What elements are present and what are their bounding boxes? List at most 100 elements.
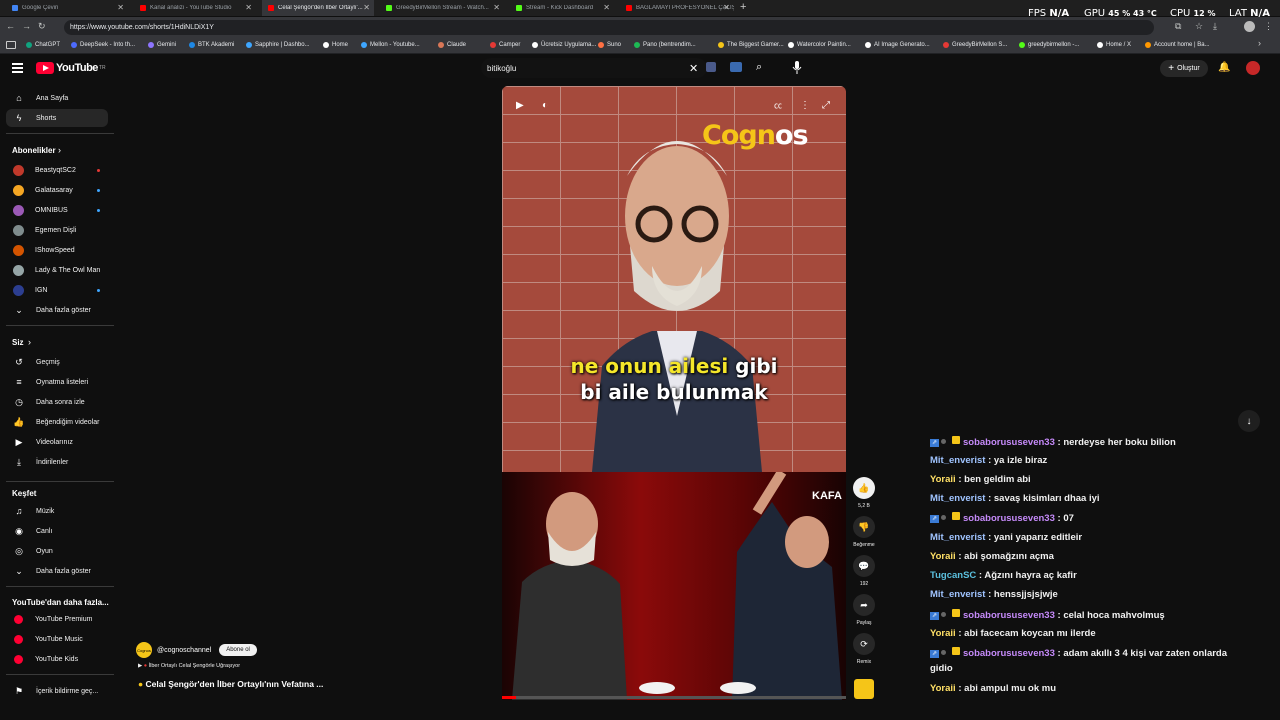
sidebar-item-subscription[interactable]: BeastyqtSC2 <box>6 161 108 179</box>
reload-icon[interactable]: ↻ <box>38 21 46 32</box>
bookmark-star-icon[interactable]: ☆ <box>1195 21 1203 32</box>
bookmark-item[interactable]: Gemini <box>148 38 176 52</box>
sidebar-item-subscription[interactable]: IGN <box>6 281 108 299</box>
sidebar-item-you-5[interactable]: ⤓ İndirilenler <box>6 453 108 471</box>
channel-avatar[interactable]: Cognos <box>136 642 152 658</box>
profile-avatar[interactable] <box>1244 21 1255 32</box>
subscribe-button[interactable]: Abone ol <box>219 644 257 656</box>
download-icon[interactable]: ⤓ <box>1213 21 1217 32</box>
search-icon[interactable]: ⌕ <box>756 61 762 74</box>
close-tab-icon[interactable]: ✕ <box>603 3 610 12</box>
browser-tab[interactable]: Google Çeviri ✕ <box>6 0 128 16</box>
bookmark-item[interactable]: The Biggest Gamer... <box>718 38 784 52</box>
voice-search-icon[interactable] <box>792 61 802 75</box>
chat-username[interactable]: Mit_enverist <box>930 589 985 600</box>
clear-search-icon[interactable]: ✕ <box>689 62 698 75</box>
remix-button[interactable]: ⟳ <box>853 633 875 655</box>
comments-button[interactable]: 💬 <box>853 555 875 577</box>
sidebar-item-home[interactable]: ⌂ Ana Sayfa <box>6 89 108 107</box>
back-icon[interactable]: ← <box>6 21 15 31</box>
sound-thumbnail[interactable] <box>854 679 874 699</box>
sidebar-item-youtube-app[interactable]: YouTube Kids <box>6 650 108 668</box>
sidebar-item-you-4[interactable]: ▶ Videolarınız <box>6 433 108 451</box>
sidebar-item-youtube-app[interactable]: YouTube Music <box>6 630 108 648</box>
chat-username[interactable]: sobaborususeven33 <box>963 610 1055 621</box>
sidebar-item-subscription[interactable]: Lady & The Owl Man <box>6 261 108 279</box>
sidebar-item-subscription[interactable]: Galatasaray <box>6 181 108 199</box>
search-input[interactable]: bitikoğlu <box>481 58 707 78</box>
youtube-logo[interactable]: YouTube TR <box>36 62 106 74</box>
bookmark-item[interactable]: Claude <box>438 38 466 52</box>
apps-icon[interactable] <box>6 41 16 49</box>
browser-tab[interactable]: Kanal analizi - YouTube Studio ✕ <box>134 0 256 16</box>
sidebar-item-you-1[interactable]: ≡ Oynatma listeleri <box>6 373 108 391</box>
bookmark-item[interactable]: Pano (bentrendim... <box>634 38 696 52</box>
more-bookmarks-icon[interactable]: › <box>1258 38 1261 48</box>
bookmark-item[interactable]: GreedyBirMellon S... <box>943 38 1007 52</box>
channel-name[interactable]: @cognoschannel <box>157 647 211 654</box>
dislike-button[interactable]: 👎 <box>853 516 875 538</box>
sidebar-item-show-more[interactable]: ⌄ Daha fazla göster <box>6 301 108 319</box>
captions-icon[interactable]: ㏄ <box>774 100 782 111</box>
sidebar-item-subscription[interactable]: Egemen Dişli <box>6 221 108 239</box>
close-tab-icon[interactable]: ✕ <box>363 3 370 12</box>
close-tab-icon[interactable]: ✕ <box>493 3 500 12</box>
more-from-youtube-heading[interactable]: YouTube'dan daha fazla... <box>12 598 109 607</box>
sidebar-item-explore-2[interactable]: ◎ Oyun <box>6 542 108 560</box>
chat-username[interactable]: Mit_enverist <box>930 493 985 504</box>
chat-username[interactable]: sobaborususeven33 <box>963 513 1055 524</box>
sidebar-item-show-more-explore[interactable]: ⌄ Daha fazla göster <box>6 562 108 580</box>
subscriptions-heading[interactable]: Abonelikler <box>12 146 56 155</box>
bookmark-item[interactable]: Camper <box>490 38 520 52</box>
new-tab-icon[interactable]: + <box>740 1 746 13</box>
bookmark-item[interactable]: Watercolor Paintin... <box>788 38 851 52</box>
chat-username[interactable]: TugcanSC <box>930 570 976 581</box>
sidebar-item-explore-1[interactable]: ◉ Canlı <box>6 522 108 540</box>
chat-username[interactable]: sobaborususeven33 <box>963 437 1055 448</box>
sidebar-item-shorts[interactable]: ϟ Shorts <box>6 109 108 127</box>
bookmark-item[interactable]: Suno <box>598 38 621 52</box>
scroll-down-button[interactable]: ↓ <box>1238 410 1260 432</box>
close-tab-icon[interactable]: ✕ <box>117 3 124 12</box>
bookmark-item[interactable]: greedybirmellon -... <box>1019 38 1079 52</box>
volume-icon[interactable]: ◐ <box>542 100 548 111</box>
url-bar[interactable]: https://www.youtube.com/shorts/1HdiNLDiX… <box>64 20 1154 35</box>
chat-username[interactable]: sobaborususeven33 <box>963 648 1055 659</box>
close-tab-icon[interactable]: ✕ <box>723 3 730 12</box>
bookmark-item[interactable]: Ücretsiz Uygulama... <box>532 38 596 52</box>
extensions-icon[interactable]: ⧉ <box>1175 21 1181 32</box>
bookmark-item[interactable]: Account home | Ba... <box>1145 38 1210 52</box>
forward-icon[interactable]: → <box>22 21 31 31</box>
chat-username[interactable]: Yoraii <box>930 683 956 694</box>
bookmark-item[interactable]: DeepSeek - Into th... <box>71 38 135 52</box>
you-heading[interactable]: Siz <box>12 338 24 347</box>
bookmark-item[interactable]: Home / X <box>1097 38 1131 52</box>
browser-tab[interactable]: BAĞLAMAYI PROFESYONEL ÇALIŞ... ✕ <box>620 0 734 16</box>
like-button[interactable]: 👍 <box>853 477 875 499</box>
browser-menu-icon[interactable]: ⋮ <box>1264 21 1273 32</box>
keyboard-icon[interactable] <box>706 62 716 72</box>
sidebar-item-subscription[interactable]: IShowSpeed <box>6 241 108 259</box>
sidebar-item-you-0[interactable]: ↺ Geçmiş <box>6 353 108 371</box>
notifications-bell-icon[interactable]: 🔔 <box>1218 62 1230 73</box>
explore-heading[interactable]: Keşfet <box>12 489 36 498</box>
bookmark-item[interactable]: AI Image Generato... <box>865 38 930 52</box>
bookmark-item[interactable]: ChatGPT <box>26 38 60 52</box>
progress-bar[interactable] <box>502 696 846 699</box>
menu-icon[interactable] <box>12 63 23 75</box>
account-avatar[interactable] <box>1246 61 1260 75</box>
create-button[interactable]: + Oluştur <box>1160 60 1208 77</box>
sidebar-item-youtube-app[interactable]: YouTube Premium <box>6 610 108 628</box>
bookmark-item[interactable]: BTK Akademi <box>189 38 234 52</box>
more-options-icon[interactable]: ⋮ <box>800 100 810 111</box>
translate-extension-icon[interactable] <box>730 62 742 72</box>
bookmark-item[interactable]: Mellon - Youtube... <box>361 38 420 52</box>
bookmark-item[interactable]: Sapphire | Dashbo... <box>246 38 310 52</box>
related-video-link[interactable]: ▶ ● İlber Ortaylı Celal Şengörle Uğraşıy… <box>138 663 240 669</box>
bookmark-item[interactable]: Home <box>323 38 348 52</box>
browser-tab[interactable]: GreedyBirMellon Stream - Watch... ✕ <box>380 0 504 16</box>
chat-username[interactable]: Yoraii <box>930 474 956 485</box>
sidebar-item-report[interactable]: ⚑ İçerik bildirme geç... <box>6 682 108 700</box>
play-icon[interactable]: ▶ <box>516 100 524 111</box>
chat-username[interactable]: Yoraii <box>930 551 956 562</box>
